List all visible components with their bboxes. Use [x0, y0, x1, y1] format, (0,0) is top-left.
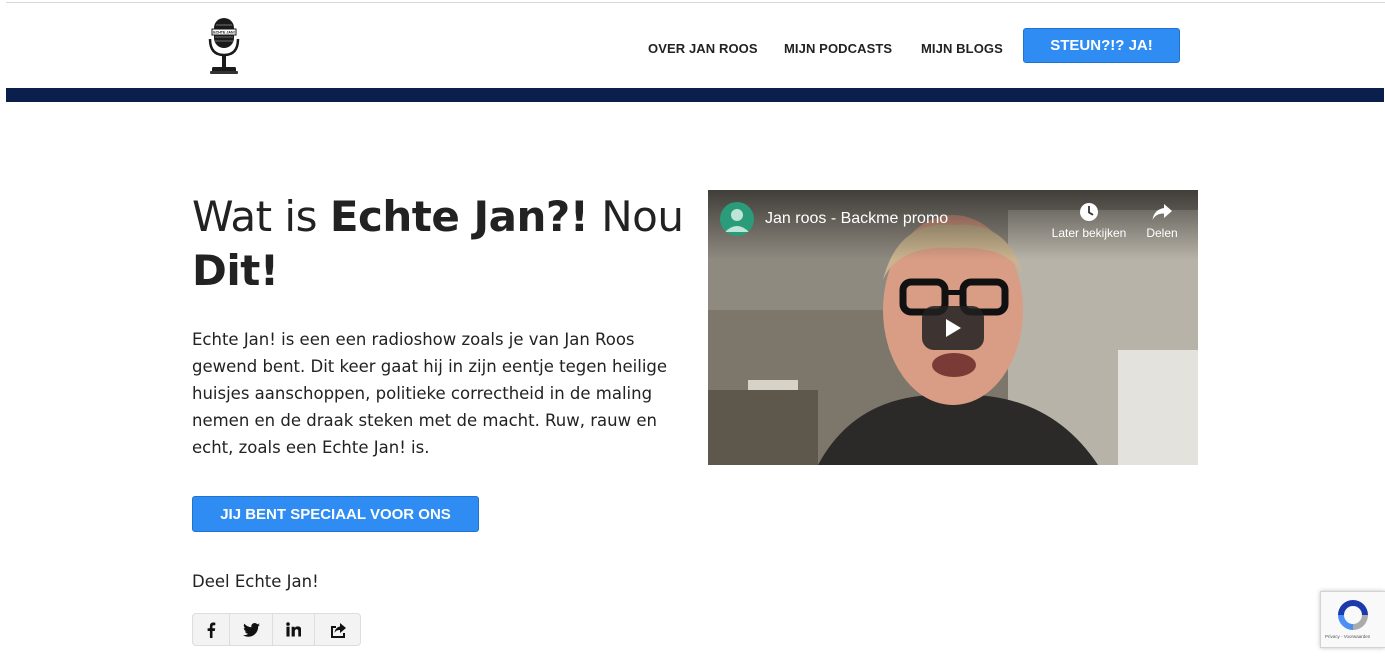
svg-text:ECHTE JAN!: ECHTE JAN! [213, 31, 235, 35]
play-icon [946, 319, 961, 337]
twitter-icon [242, 622, 260, 637]
nav-mijn-podcasts[interactable]: MIJN PODCASTS [784, 41, 892, 56]
facebook-icon [207, 622, 216, 638]
channel-avatar[interactable] [720, 202, 754, 236]
play-button[interactable] [922, 306, 984, 350]
intro-paragraph: Echte Jan! is een een radioshow zoals je… [192, 330, 668, 457]
recaptcha-footer[interactable]: Privacy - Voorwaarden [1325, 634, 1370, 639]
video-share-label: Delen [1146, 226, 1178, 240]
share-label: Deel Echte Jan! [192, 572, 319, 591]
video-share-button[interactable]: Delen [1142, 202, 1182, 240]
header-divider-bar [6, 88, 1384, 102]
share-arrow-icon [1152, 204, 1172, 220]
site-header: ECHTE JAN! OVER JAN ROOS MIJN PODCASTS M… [6, 3, 1384, 88]
watch-later-button[interactable]: Later bekijken [1045, 202, 1133, 240]
video-title[interactable]: Jan roos - Backme promo [765, 210, 948, 228]
steun-button[interactable]: STEUN?!? JA! [1023, 28, 1180, 63]
linkedin-share-button[interactable] [273, 614, 315, 645]
share-icon [330, 622, 346, 638]
twitter-share-button[interactable] [230, 614, 273, 645]
nav-over-jan-roos[interactable]: OVER JAN ROOS [648, 41, 758, 56]
linkedin-icon [286, 622, 301, 637]
page-title: Wat is Echte Jan?! Nou Dit! [192, 192, 684, 295]
share-bar [192, 613, 361, 646]
recaptcha-badge[interactable]: Privacy - Voorwaarden [1320, 591, 1385, 648]
video-player[interactable]: Jan roos - Backme promo Later bekijken D… [708, 190, 1198, 465]
share-more-button[interactable] [315, 614, 360, 645]
facebook-share-button[interactable] [193, 614, 230, 645]
nav-mijn-blogs[interactable]: MIJN BLOGS [921, 41, 1003, 56]
watch-later-label: Later bekijken [1051, 226, 1127, 240]
recaptcha-icon [1338, 600, 1368, 630]
microphone-logo-icon[interactable]: ECHTE JAN! [204, 17, 244, 77]
speciaal-button[interactable]: JIJ BENT SPECIAAL VOOR ONS [192, 496, 479, 532]
clock-icon [1080, 203, 1098, 221]
